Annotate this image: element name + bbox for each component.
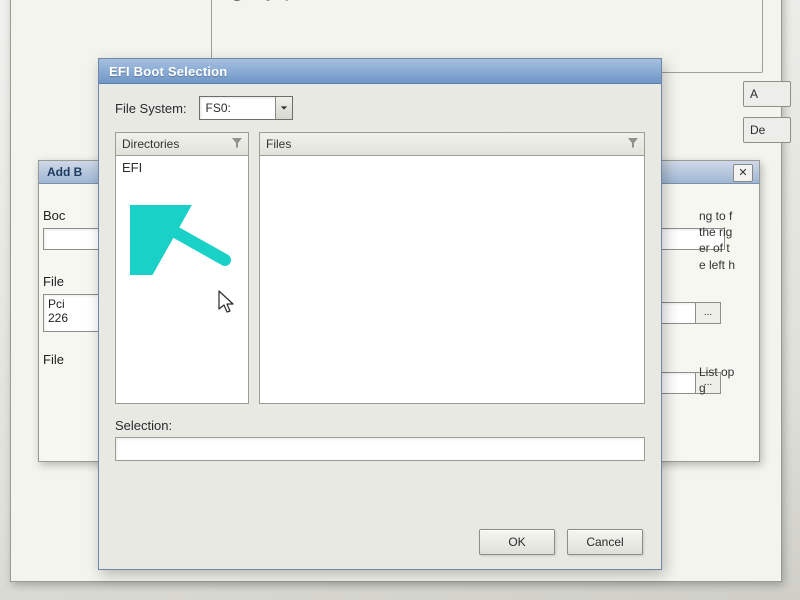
add-boot-title: Add B [47,165,82,179]
radio-legacy-label: Legacy [250,0,292,1]
label-boc: Boc [43,208,65,223]
efi-boot-selection-dialog: EFI Boot Selection File System: FS0: Dir… [98,58,662,570]
files-header-label: Files [266,137,291,151]
side-button-a[interactable]: A [743,81,791,107]
files-pane: Files [259,132,645,404]
screen: Boot List Option Legacy A De Add B ✕ Boc… [0,0,800,600]
file-system-row: File System: FS0: [115,96,645,120]
dialog-button-row: OK Cancel [479,529,643,555]
cancel-button[interactable]: Cancel [567,529,643,555]
selection-label: Selection: [115,418,645,433]
directories-header-label: Directories [122,137,179,151]
files-header[interactable]: Files [260,133,644,156]
label-file: File [43,274,64,289]
list-item[interactable]: EFI [120,158,244,177]
efi-titlebar: EFI Boot Selection [99,59,661,84]
close-icon: ✕ [738,168,747,179]
close-button[interactable]: ✕ [733,164,753,182]
help-text-2: List op g [699,364,734,396]
selection-row: Selection: [115,418,645,461]
input-file-pci[interactable]: Pci 226 [43,294,101,332]
directories-header[interactable]: Directories [116,133,248,156]
chevron-down-icon [275,97,292,119]
help-text: ng to f the rig er of t e left h [699,208,735,273]
filter-icon [232,137,242,151]
selection-input[interactable] [115,437,645,461]
file-system-label: File System: [115,101,187,116]
side-button-de[interactable]: De [743,117,791,143]
browse-button-1[interactable]: ... [695,302,721,324]
radio-icon [230,0,244,1]
radio-legacy-row[interactable]: Legacy [230,0,292,1]
filter-icon [628,137,638,151]
file-system-value: FS0: [206,101,231,115]
efi-title-text: EFI Boot Selection [109,64,227,79]
directories-pane: Directories EFI [115,132,249,404]
input-boc[interactable] [43,228,101,250]
file-system-select[interactable]: FS0: [199,96,293,120]
label-file2: File [43,352,64,367]
panes: Directories EFI Files [115,132,645,404]
efi-body: File System: FS0: Directories [99,84,661,473]
directories-list[interactable]: EFI [116,156,248,403]
ok-button[interactable]: OK [479,529,555,555]
files-list[interactable] [260,156,644,403]
